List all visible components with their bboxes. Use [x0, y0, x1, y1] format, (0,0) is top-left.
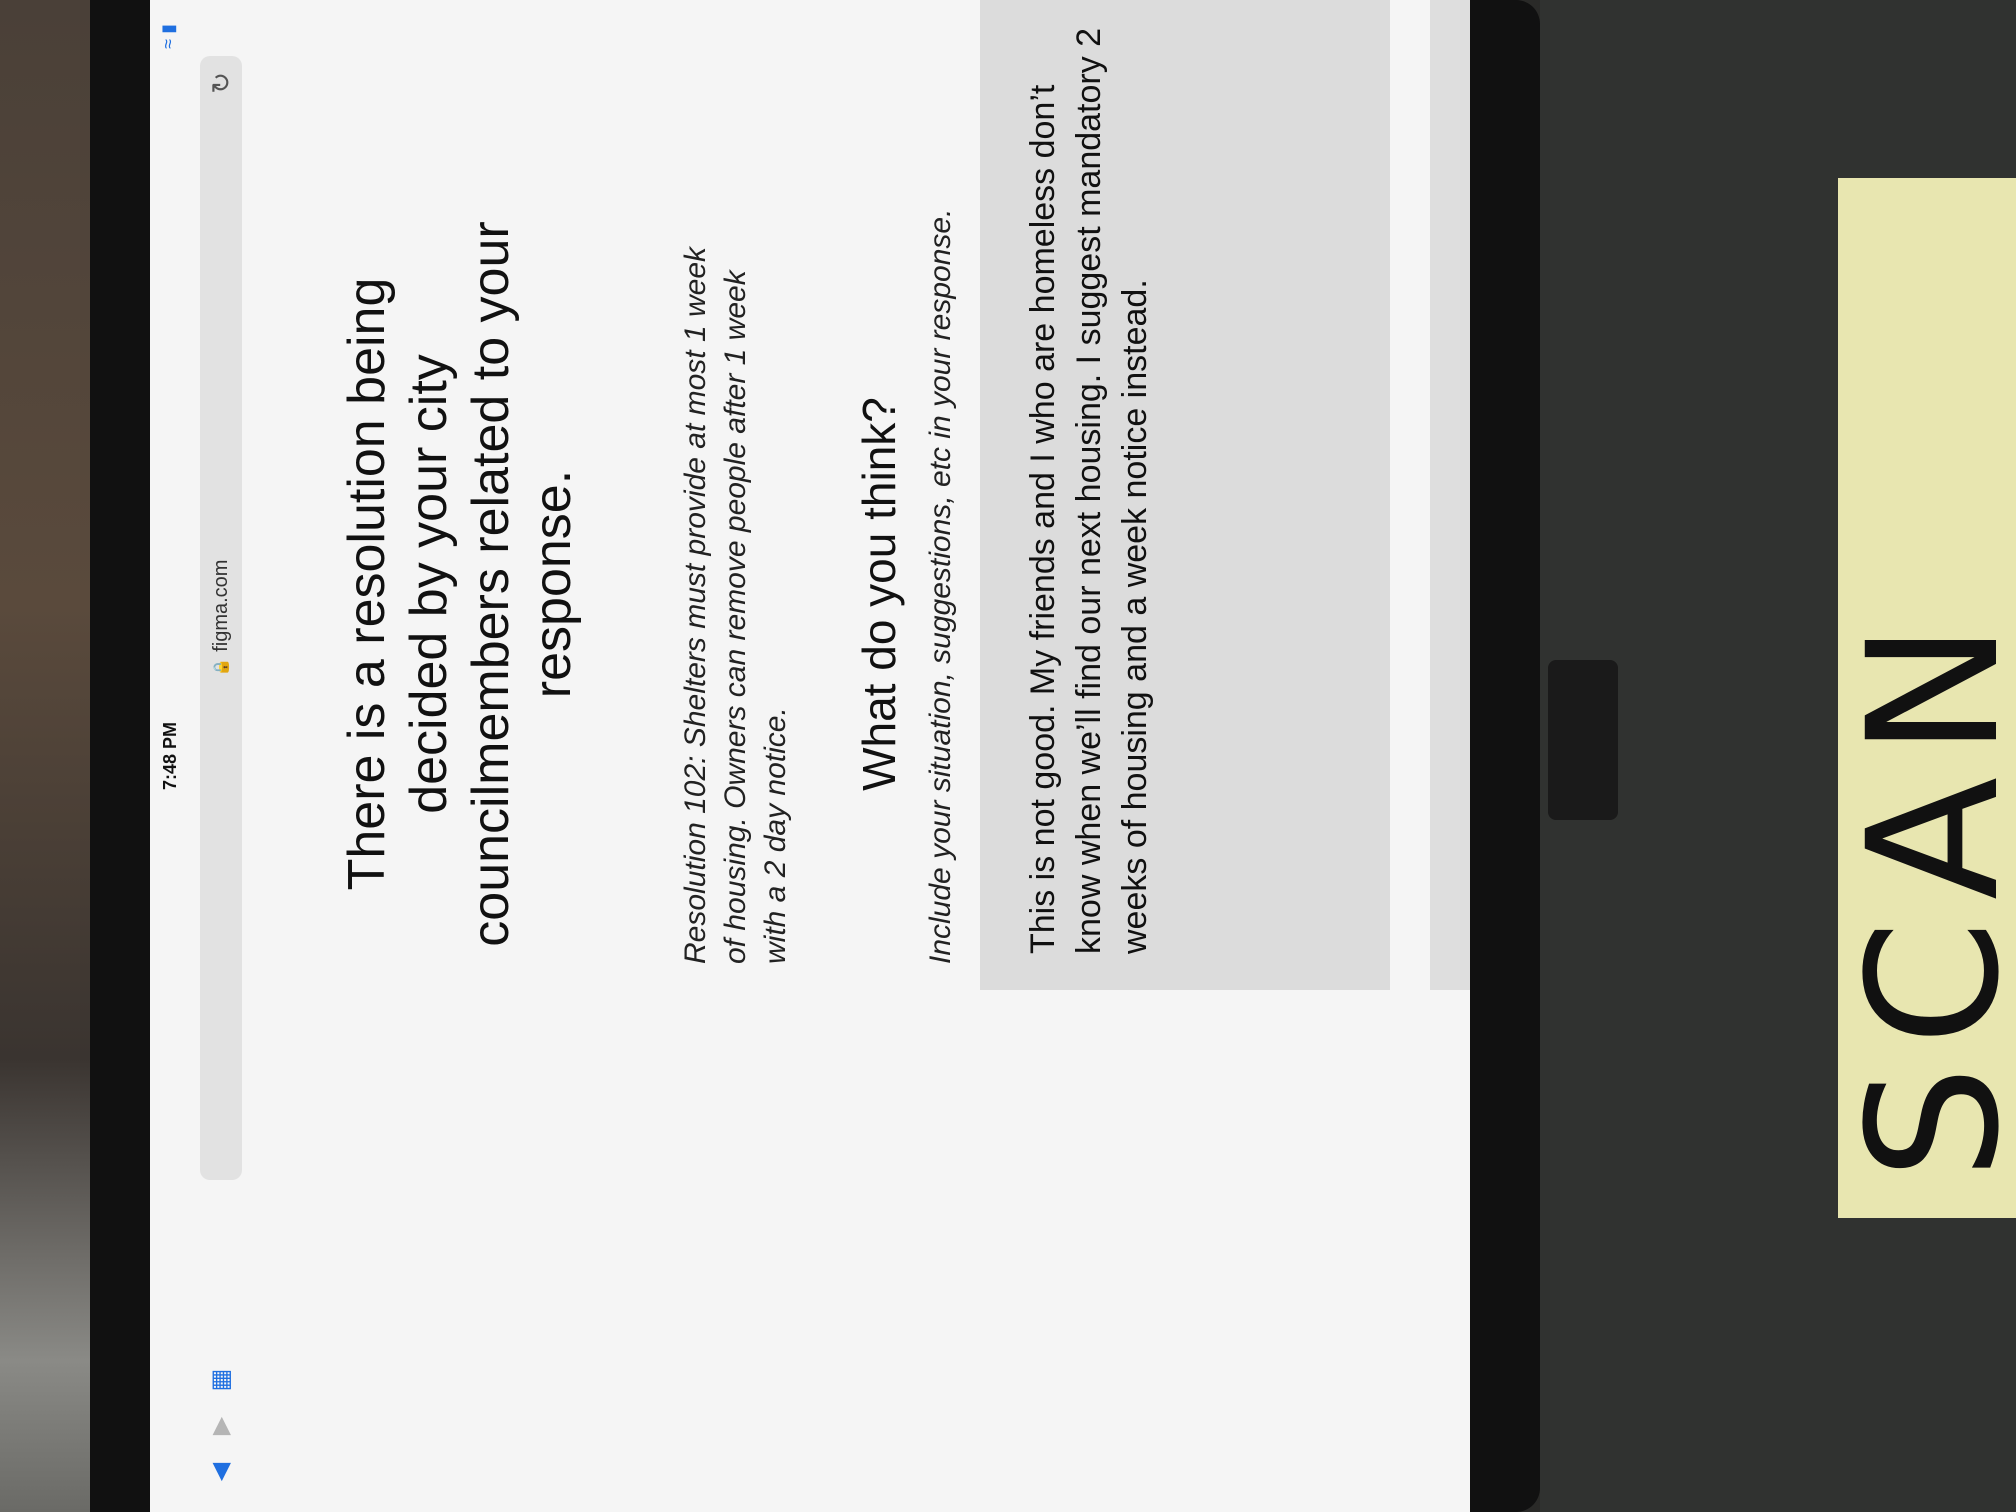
resolution-text: Resolution 102: Shelters must provide at… [679, 246, 792, 964]
chevron-right-icon[interactable]: ▶ [206, 1414, 235, 1438]
sticky-note-text: SCAN [1830, 602, 2016, 1180]
url-text: figma.com [209, 559, 232, 652]
status-time: 7:48 PM [159, 721, 180, 791]
browser-toolbar: ◀ ▶ ▦ 🔒 figma.com ↻ [190, 0, 250, 1512]
status-icons: ≈ ▮ [158, 24, 179, 49]
wifi-icon: ≈ [158, 38, 178, 49]
tablet-screen: 7:48 PM ≈ ▮ ◀ ▶ ▦ 🔒 figma.com ↻ There is… [150, 0, 1470, 1512]
page-title: There is a resolution being decided by y… [338, 221, 582, 947]
lock-icon: 🔒 [213, 657, 230, 677]
battery-icon: ▮ [158, 24, 178, 34]
reload-icon[interactable]: ↻ [206, 72, 237, 94]
submit-button[interactable]: Submit [1430, 0, 1470, 990]
response-hint: Include your situation, suggestions, etc… [924, 208, 957, 964]
book-icon[interactable]: ▦ [206, 1368, 235, 1392]
question-heading: What do you think? [853, 397, 905, 791]
page-content: There is a resolution being decided by y… [336, 0, 1470, 1512]
address-bar[interactable]: 🔒 figma.com ↻ [200, 56, 242, 1180]
response-textarea[interactable]: This is not good. My friends and I who a… [980, 0, 1390, 990]
status-bar: 7:48 PM ≈ ▮ [150, 0, 190, 1512]
stylus-clip [1548, 660, 1618, 820]
chevron-left-icon[interactable]: ◀ [206, 1460, 235, 1484]
